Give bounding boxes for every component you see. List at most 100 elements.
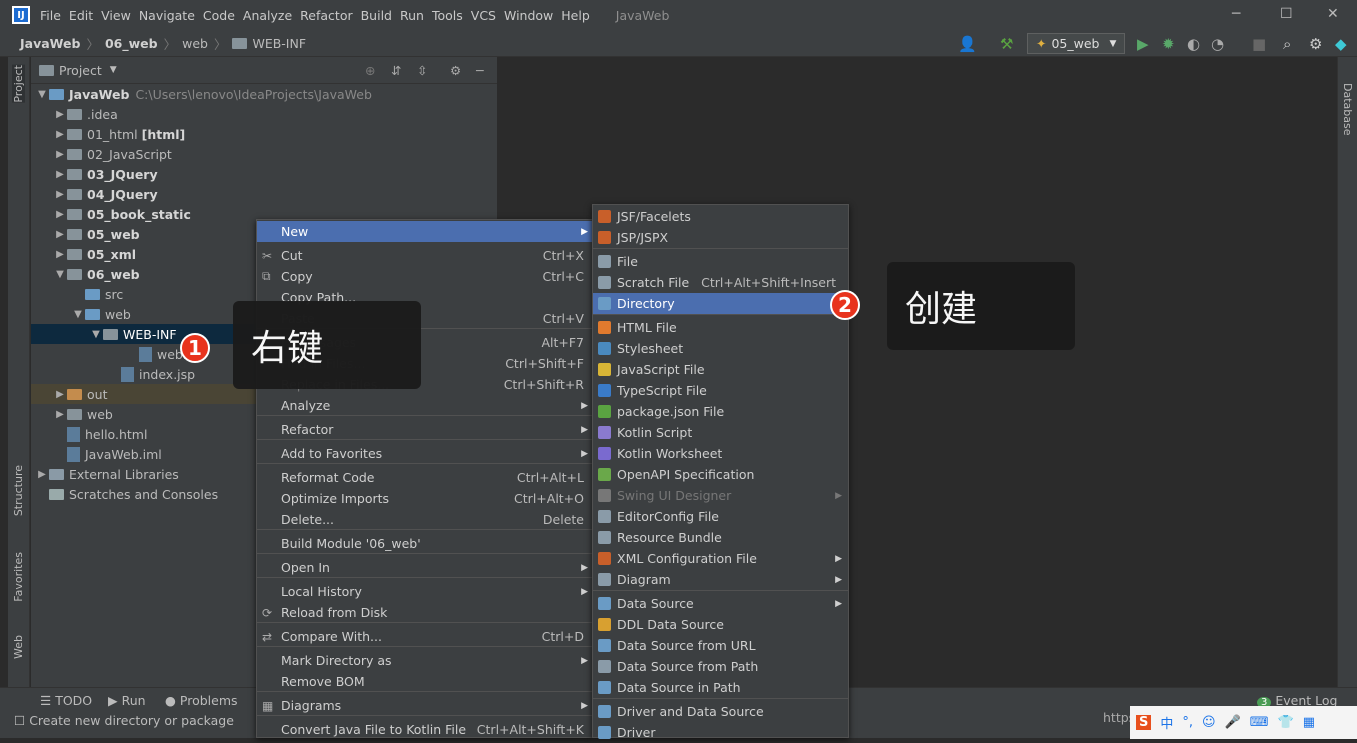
menu-file[interactable]: File bbox=[40, 8, 61, 23]
breadcrumb-item[interactable]: JavaWeb bbox=[20, 36, 80, 51]
menu-vcs[interactable]: VCS bbox=[471, 8, 496, 23]
new-submenu-item[interactable]: JSP/JSPX bbox=[593, 227, 848, 248]
run-tab[interactable]: ▶ Run bbox=[108, 693, 146, 708]
chevron-down-icon[interactable]: ▼ bbox=[53, 269, 67, 280]
new-submenu-item[interactable]: EditorConfig File bbox=[593, 506, 848, 527]
ime-emoji-icon[interactable]: ☺ bbox=[1202, 715, 1216, 730]
tree-item[interactable]: ▶ .idea bbox=[31, 104, 497, 124]
new-submenu-item[interactable]: Stylesheet bbox=[593, 338, 848, 359]
search-icon[interactable]: ⌕ bbox=[1283, 35, 1291, 53]
new-submenu-item[interactable]: JSF/Facelets bbox=[593, 206, 848, 227]
chevron-right-icon[interactable]: ▶ bbox=[53, 389, 67, 400]
menu-build[interactable]: Build bbox=[361, 8, 392, 23]
toolbox-icon[interactable]: ◆ bbox=[1335, 35, 1347, 53]
new-submenu-item[interactable]: Scratch File Ctrl+Alt+Shift+Insert bbox=[593, 272, 848, 293]
new-submenu-item[interactable]: DDL Data Source bbox=[593, 614, 848, 635]
structure-tool-tab[interactable]: Structure bbox=[12, 465, 25, 516]
context-menu-item[interactable]: ⇄ Compare With... Ctrl+D bbox=[257, 626, 592, 647]
new-submenu-item[interactable]: Driver bbox=[593, 722, 848, 743]
menu-window[interactable]: Window bbox=[504, 8, 553, 23]
context-menu-item[interactable]: Build Module '06_web' bbox=[257, 533, 592, 554]
maximize-icon[interactable]: ☐ bbox=[1280, 6, 1293, 22]
coverage-icon[interactable]: ◐ bbox=[1187, 35, 1200, 53]
breadcrumb-item[interactable]: web bbox=[182, 36, 208, 51]
menu-refactor[interactable]: Refactor bbox=[300, 8, 352, 23]
breadcrumb-item[interactable]: 06_web bbox=[105, 36, 158, 51]
context-menu-item[interactable]: ✂ Cut Ctrl+X bbox=[257, 245, 592, 266]
new-submenu-item[interactable]: Kotlin Worksheet bbox=[593, 443, 848, 464]
context-menu-item[interactable]: Local History ▶ bbox=[257, 581, 592, 602]
chevron-right-icon[interactable]: ▶ bbox=[35, 469, 49, 480]
context-menu-item[interactable]: New ▶ bbox=[257, 221, 592, 242]
minimize-icon[interactable]: ─ bbox=[1232, 6, 1240, 22]
context-menu-item[interactable]: ⧉ Copy Ctrl+C bbox=[257, 266, 592, 287]
chevron-right-icon[interactable]: ▶ bbox=[53, 409, 67, 420]
ime-tools-icon[interactable]: ▦ bbox=[1303, 715, 1315, 730]
profile-icon[interactable]: ◔ bbox=[1211, 35, 1224, 53]
context-menu-item[interactable]: ⟳ Reload from Disk bbox=[257, 602, 592, 623]
chevron-right-icon[interactable]: ▶ bbox=[53, 189, 67, 200]
tree-item[interactable]: ▶ 01_html [html] bbox=[31, 124, 497, 144]
tree-item[interactable]: ▶ 03_JQuery bbox=[31, 164, 497, 184]
chevron-right-icon[interactable]: ▶ bbox=[53, 209, 67, 220]
chevron-right-icon[interactable]: ▶ bbox=[53, 129, 67, 140]
context-menu-item[interactable]: Remove BOM bbox=[257, 671, 592, 692]
new-submenu-item[interactable]: Kotlin Script bbox=[593, 422, 848, 443]
favorites-tool-tab[interactable]: Favorites bbox=[12, 552, 25, 602]
new-submenu-item[interactable]: File bbox=[593, 251, 848, 272]
tree-item[interactable]: ▶ 02_JavaScript bbox=[31, 144, 497, 164]
new-submenu-item[interactable]: Directory bbox=[593, 293, 848, 314]
options-gear-icon[interactable]: ⚙ bbox=[450, 63, 461, 78]
ime-voice-icon[interactable]: 🎤 bbox=[1225, 715, 1241, 730]
web-tool-tab[interactable]: Web bbox=[12, 635, 25, 659]
database-tool-tab[interactable]: Database bbox=[1341, 83, 1354, 136]
menu-run[interactable]: Run bbox=[400, 8, 424, 23]
locate-icon[interactable]: ⊕ bbox=[365, 63, 375, 78]
new-submenu-item[interactable]: Resource Bundle bbox=[593, 527, 848, 548]
chevron-right-icon[interactable]: ▶ bbox=[53, 229, 67, 240]
chevron-down-icon[interactable]: ▼ bbox=[110, 65, 117, 75]
context-menu-item[interactable]: ▦ Diagrams ▶ bbox=[257, 695, 592, 716]
chevron-right-icon[interactable]: ▶ bbox=[53, 169, 67, 180]
new-submenu-item[interactable]: Data Source in Path bbox=[593, 677, 848, 698]
ime-toolbar[interactable]: S 中 °, ☺ 🎤 ⌨ 👕 ▦ bbox=[1130, 706, 1357, 739]
menu-help[interactable]: Help bbox=[561, 8, 590, 23]
ime-keyboard-icon[interactable]: ⌨ bbox=[1250, 715, 1269, 730]
context-menu-item[interactable]: Refactor ▶ bbox=[257, 419, 592, 440]
ime-chinese-icon[interactable]: 中 bbox=[1160, 713, 1173, 732]
ime-punct-icon[interactable]: °, bbox=[1182, 715, 1193, 730]
new-submenu-item[interactable]: Data Source from Path bbox=[593, 656, 848, 677]
new-submenu-item[interactable]: TypeScript File bbox=[593, 380, 848, 401]
collapse-all-icon[interactable]: ⇳ bbox=[417, 63, 427, 78]
new-submenu-item[interactable]: OpenAPI Specification bbox=[593, 464, 848, 485]
new-submenu-item[interactable]: Data Source ▶ bbox=[593, 593, 848, 614]
user-icon[interactable]: 👤 bbox=[958, 35, 977, 53]
new-submenu-item[interactable]: Diagram ▶ bbox=[593, 569, 848, 590]
expand-all-icon[interactable]: ⇵ bbox=[391, 63, 401, 78]
menu-view[interactable]: View bbox=[101, 8, 131, 23]
project-tool-tab[interactable]: Project bbox=[12, 65, 25, 103]
context-menu-item[interactable]: Mark Directory as ▶ bbox=[257, 650, 592, 671]
context-menu-item[interactable]: Add to Favorites ▶ bbox=[257, 443, 592, 464]
chevron-down-icon[interactable]: ▼ bbox=[71, 309, 85, 320]
settings-gear-icon[interactable]: ⚙ bbox=[1309, 35, 1322, 53]
new-submenu-item[interactable]: package.json File bbox=[593, 401, 848, 422]
context-menu-item[interactable]: Analyze ▶ bbox=[257, 395, 592, 416]
new-submenu-item[interactable]: XML Configuration File ▶ bbox=[593, 548, 848, 569]
chevron-down-icon[interactable]: ▼ bbox=[89, 329, 103, 340]
context-menu-item[interactable]: Convert Java File to Kotlin File Ctrl+Alt… bbox=[257, 719, 592, 740]
run-icon[interactable]: ▶ bbox=[1137, 35, 1149, 53]
breadcrumb-item[interactable]: WEB-INF bbox=[252, 36, 306, 51]
chevron-right-icon[interactable]: ▶ bbox=[53, 249, 67, 260]
new-submenu-item[interactable]: Swing UI Designer ▶ bbox=[593, 485, 848, 506]
build-hammer-icon[interactable]: ⚒ bbox=[1000, 35, 1013, 53]
tree-item[interactable]: ▶ 04_JQuery bbox=[31, 184, 497, 204]
context-menu-item[interactable]: Delete... Delete bbox=[257, 509, 592, 530]
context-menu-item[interactable]: Optimize Imports Ctrl+Alt+O bbox=[257, 488, 592, 509]
new-submenu-item[interactable]: Data Source from URL bbox=[593, 635, 848, 656]
menu-analyze[interactable]: Analyze bbox=[243, 8, 292, 23]
context-menu-item[interactable]: Reformat Code Ctrl+Alt+L bbox=[257, 467, 592, 488]
new-submenu-item[interactable]: JavaScript File bbox=[593, 359, 848, 380]
menu-navigate[interactable]: Navigate bbox=[139, 8, 195, 23]
new-submenu-item[interactable]: Driver and Data Source bbox=[593, 701, 848, 722]
